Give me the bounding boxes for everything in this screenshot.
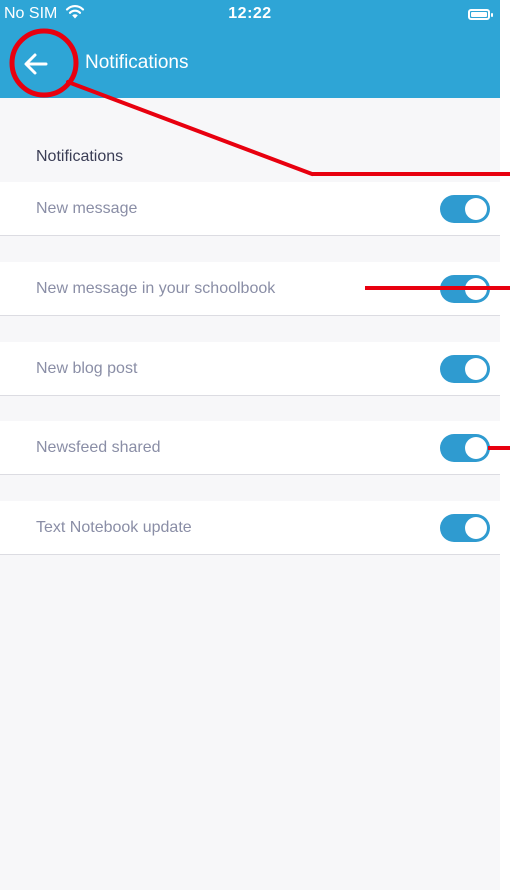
status-bar: No SIM 12:22 bbox=[0, 0, 500, 30]
setting-label: Newsfeed shared bbox=[36, 439, 161, 456]
toggle-knob bbox=[465, 358, 487, 380]
new-message-toggle[interactable] bbox=[440, 195, 490, 223]
app-bar: Notifications bbox=[0, 30, 500, 98]
toggle-knob bbox=[465, 437, 487, 459]
blog-post-toggle[interactable] bbox=[440, 355, 490, 383]
arrow-left-icon bbox=[24, 53, 48, 75]
toggle-knob bbox=[465, 198, 487, 220]
status-time: 12:22 bbox=[228, 5, 272, 22]
toggle-knob bbox=[465, 517, 487, 539]
newsfeed-shared-toggle[interactable] bbox=[440, 434, 490, 462]
toggle-knob bbox=[465, 278, 487, 300]
section-title: Notifications bbox=[36, 148, 124, 165]
schoolbook-message-toggle[interactable] bbox=[440, 275, 490, 303]
setting-label: New message bbox=[36, 200, 138, 217]
notifications-screen: No SIM 12:22 Notifications Notifications… bbox=[0, 0, 500, 890]
setting-label: New blog post bbox=[36, 360, 138, 377]
setting-row-newsfeed-shared: Newsfeed shared bbox=[0, 421, 500, 475]
setting-row-new-blog-post: New blog post bbox=[0, 342, 500, 396]
setting-label: Text Notebook update bbox=[36, 519, 192, 536]
back-button[interactable] bbox=[16, 44, 56, 84]
battery-icon bbox=[468, 9, 493, 20]
setting-row-text-notebook-update: Text Notebook update bbox=[0, 501, 500, 555]
setting-row-new-message: New message bbox=[0, 182, 500, 236]
setting-label: New message in your schoolbook bbox=[36, 280, 276, 297]
text-notebook-toggle[interactable] bbox=[440, 514, 490, 542]
page-title: Notifications bbox=[85, 52, 189, 73]
setting-row-new-message-schoolbook: New message in your schoolbook bbox=[0, 262, 500, 316]
